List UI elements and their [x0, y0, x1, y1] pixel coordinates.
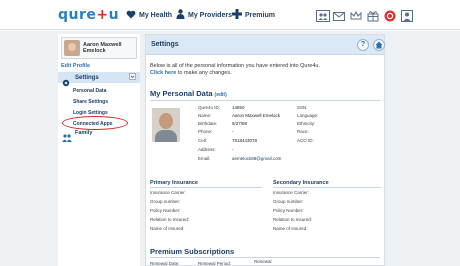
divider [150, 187, 262, 188]
settings-panel: Settings ? Below is all of the personal … [145, 34, 385, 266]
primary-insurance-title: Primary Insurance [150, 180, 198, 186]
field-label-language: Language: [297, 113, 319, 118]
nav-my-health[interactable]: My Health [126, 8, 172, 22]
field-value-id: 14850 [232, 105, 245, 110]
field-label-email: Email: [198, 156, 211, 161]
sidebar-family-label: Family [75, 130, 93, 136]
avatar [64, 40, 80, 56]
primary-insured-name-label: Name of Insured: [150, 226, 185, 231]
premium-subscriptions-title: Premium Subscriptions [150, 247, 235, 256]
sidebar-item-family[interactable]: Family [62, 129, 93, 142]
field-label-ssn: SSN: [297, 105, 308, 110]
primary-carrier-label: Insurance Carrier: [150, 190, 187, 195]
user-photo [152, 108, 180, 142]
settings-header: Settings ? [146, 35, 385, 55]
nav-my-health-label: My Health [139, 11, 173, 19]
sidebar: Aaron Maxwell Emelock Edit Profile Setti… [58, 34, 140, 266]
connected-apps-highlight [62, 116, 128, 130]
sidebar-item-share-settings[interactable]: Share Settings [73, 99, 108, 105]
secondary-insured-name-label: Name of Insured: [273, 226, 308, 231]
help-icon: ? [360, 41, 366, 48]
field-label-id: Qure4u ID: [198, 105, 221, 110]
family-icon [62, 129, 72, 142]
field-label-aco-id: ACO ID: [297, 138, 314, 143]
heart-monitor-icon [126, 10, 136, 21]
page-title: Settings [151, 41, 179, 48]
nav-premium-label: Premium [245, 11, 275, 19]
qure4u-logo[interactable]: qure+u [58, 7, 119, 23]
profile-name-line2: Emelock [83, 48, 106, 54]
field-value-email[interactable]: aemelock88@gmail.com [232, 156, 281, 161]
profile-name: Aaron Maxwell Emelock [83, 42, 122, 54]
personal-data-heading: My Personal Data [150, 89, 213, 98]
secondary-group-label: Group number: [273, 199, 304, 204]
primary-policy-label: Policy Number: [150, 208, 181, 213]
field-label-address: Address: [198, 147, 216, 152]
profile-icon[interactable] [401, 9, 413, 22]
people-icon[interactable] [316, 9, 330, 22]
field-value-name: Aaron Maxwell Emelock [232, 113, 281, 118]
sidebar-item-settings[interactable]: Settings [58, 72, 140, 86]
gear-icon[interactable] [384, 9, 396, 22]
click-here-link[interactable]: Click here [150, 70, 176, 76]
renewal-date-label: Renewal Date: [150, 261, 180, 266]
field-label-birthdate: Birthdate: [198, 121, 218, 126]
top-bar: qure+u My Health My Providers Premium [0, 0, 460, 30]
sidebar-item-personal-data[interactable]: Personal Data [73, 88, 106, 94]
secondary-policy-label: Policy Number: [273, 208, 304, 213]
field-label-name: Name: [198, 113, 212, 118]
nav-my-providers-label: My Providers [188, 11, 232, 19]
intro-text: Below is all of the personal information… [150, 63, 382, 76]
field-label-cell: Cell: [198, 138, 208, 143]
field-value-birthdate: 9/27/88 [232, 121, 248, 126]
divider [150, 100, 380, 101]
chevron-down-icon [129, 73, 136, 82]
mail-icon[interactable] [333, 9, 345, 21]
gift-icon[interactable] [367, 9, 379, 22]
logo-tail-text: u [108, 7, 120, 23]
secondary-carrier-label: Insurance Carrier: [273, 190, 310, 195]
field-label-race: Race: [297, 129, 309, 134]
field-label-ethnicity: Ethnicity: [297, 121, 316, 126]
crown-icon[interactable] [350, 9, 362, 21]
home-button[interactable] [373, 39, 385, 51]
top-icon-group [316, 9, 413, 22]
secondary-relation-label: Relation to Insured: [273, 217, 313, 222]
divider [273, 187, 381, 188]
field-value-cell: 7818443078 [232, 138, 258, 143]
help-button[interactable]: ? [357, 39, 369, 51]
home-icon [374, 40, 384, 53]
field-label-phone: Phone: [198, 129, 213, 134]
doctor-icon [176, 9, 185, 21]
nav-premium[interactable]: Premium [232, 8, 275, 22]
edit-profile-link[interactable]: Edit Profile [61, 63, 90, 69]
renewal-label: Renewal [254, 259, 272, 264]
nav-my-providers[interactable]: My Providers [176, 8, 232, 22]
profile-card[interactable]: Aaron Maxwell Emelock [61, 37, 137, 59]
field-value-address: - [232, 147, 234, 152]
renewal-period-label: Renewal Period: [198, 261, 232, 266]
field-value-phone: - [232, 129, 234, 134]
personal-edit-link[interactable]: (edit) [215, 92, 227, 98]
primary-group-label: Group number: [150, 199, 181, 204]
medical-cross-icon [232, 9, 242, 21]
intro-line2: to make any changes. [177, 69, 232, 76]
sidebar-settings-label: Settings [75, 74, 99, 81]
primary-relation-label: Relation to Insured: [150, 217, 190, 222]
settings-gear-icon [62, 74, 70, 86]
logo-main-text: qure [58, 7, 97, 23]
logo-plus-text: + [96, 7, 109, 23]
divider [150, 257, 380, 258]
personal-data-title: My Personal Data (edit) [150, 89, 227, 98]
secondary-insurance-title: Secondary Insurance [273, 180, 329, 186]
